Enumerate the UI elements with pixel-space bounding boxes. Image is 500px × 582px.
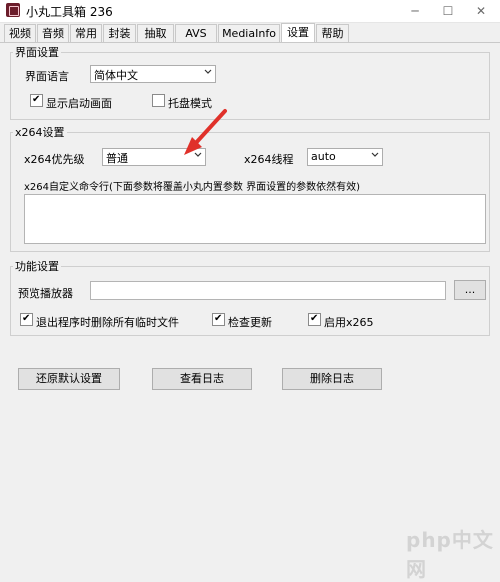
tab-help[interactable]: 帮助 [316,24,349,42]
app-icon [6,3,20,17]
close-button[interactable]: ✕ [466,0,496,22]
chevron-down-icon [204,69,212,74]
x264-threads-select[interactable]: auto [307,148,383,166]
tab-divider [0,42,500,43]
x264-priority-label: x264优先级 [24,153,85,166]
delete-temp-checkbox[interactable]: ✔ [20,313,33,326]
interface-settings-legend: 界面设置 [15,46,59,59]
feature-settings-legend: 功能设置 [15,260,59,273]
x264-custom-label: x264自定义命令行(下面参数将覆盖小丸内置参数 界面设置的参数依然有效) [24,182,360,193]
browse-player-button[interactable]: ... [454,280,486,300]
title-bar: 小丸工具箱 236 ─ ☐ ✕ [0,0,500,23]
language-label: 界面语言 [25,70,69,83]
check-update-checkbox[interactable]: ✔ [212,313,225,326]
x265-label: 启用x265 [324,316,374,329]
x264-priority-value: 普通 [106,152,128,165]
view-log-button[interactable]: 查看日志 [152,368,252,390]
x264-threads-value: auto [311,150,336,163]
check-icon: ✔ [214,313,223,324]
minimize-icon: ─ [411,4,419,18]
annotation-arrow-icon [184,109,227,155]
maximize-button[interactable]: ☐ [433,0,463,22]
close-icon: ✕ [475,4,487,18]
tab-video[interactable]: 视频 [4,24,36,42]
minimize-button[interactable]: ─ [400,0,430,22]
player-label: 预览播放器 [18,287,73,300]
check-icon: ✔ [32,94,41,105]
x265-checkbox[interactable]: ✔ [308,313,321,326]
check-icon: ✔ [22,313,31,324]
tab-mediainfo[interactable]: MediaInfo [218,24,280,42]
watermark: php中文网 [406,528,494,581]
splash-label: 显示启动画面 [46,97,112,110]
maximize-icon: ☐ [442,4,454,18]
tab-settings[interactable]: 设置 [281,23,315,43]
player-path-input[interactable] [90,281,446,300]
window-title: 小丸工具箱 236 [26,5,113,19]
language-select-value: 简体中文 [94,69,138,82]
x264-settings-legend: x264设置 [15,126,65,139]
tab-audio[interactable]: 音频 [37,24,69,42]
tab-extract[interactable]: 抽取 [137,24,174,42]
tab-common[interactable]: 常用 [70,24,102,42]
check-icon: ✔ [310,313,319,324]
reset-defaults-button[interactable]: 还原默认设置 [18,368,120,390]
delete-temp-label: 退出程序时删除所有临时文件 [36,316,179,329]
tab-avs[interactable]: AVS [175,24,217,42]
chevron-down-icon [371,152,379,157]
splash-checkbox[interactable]: ✔ [30,94,43,107]
x264-threads-label: x264线程 [244,153,294,166]
x264-custom-commandline[interactable] [24,194,486,244]
check-update-label: 检查更新 [228,316,272,329]
tray-checkbox[interactable] [152,94,165,107]
delete-log-button[interactable]: 删除日志 [282,368,382,390]
tab-mux[interactable]: 封装 [103,24,136,42]
language-select[interactable]: 简体中文 [90,65,216,83]
